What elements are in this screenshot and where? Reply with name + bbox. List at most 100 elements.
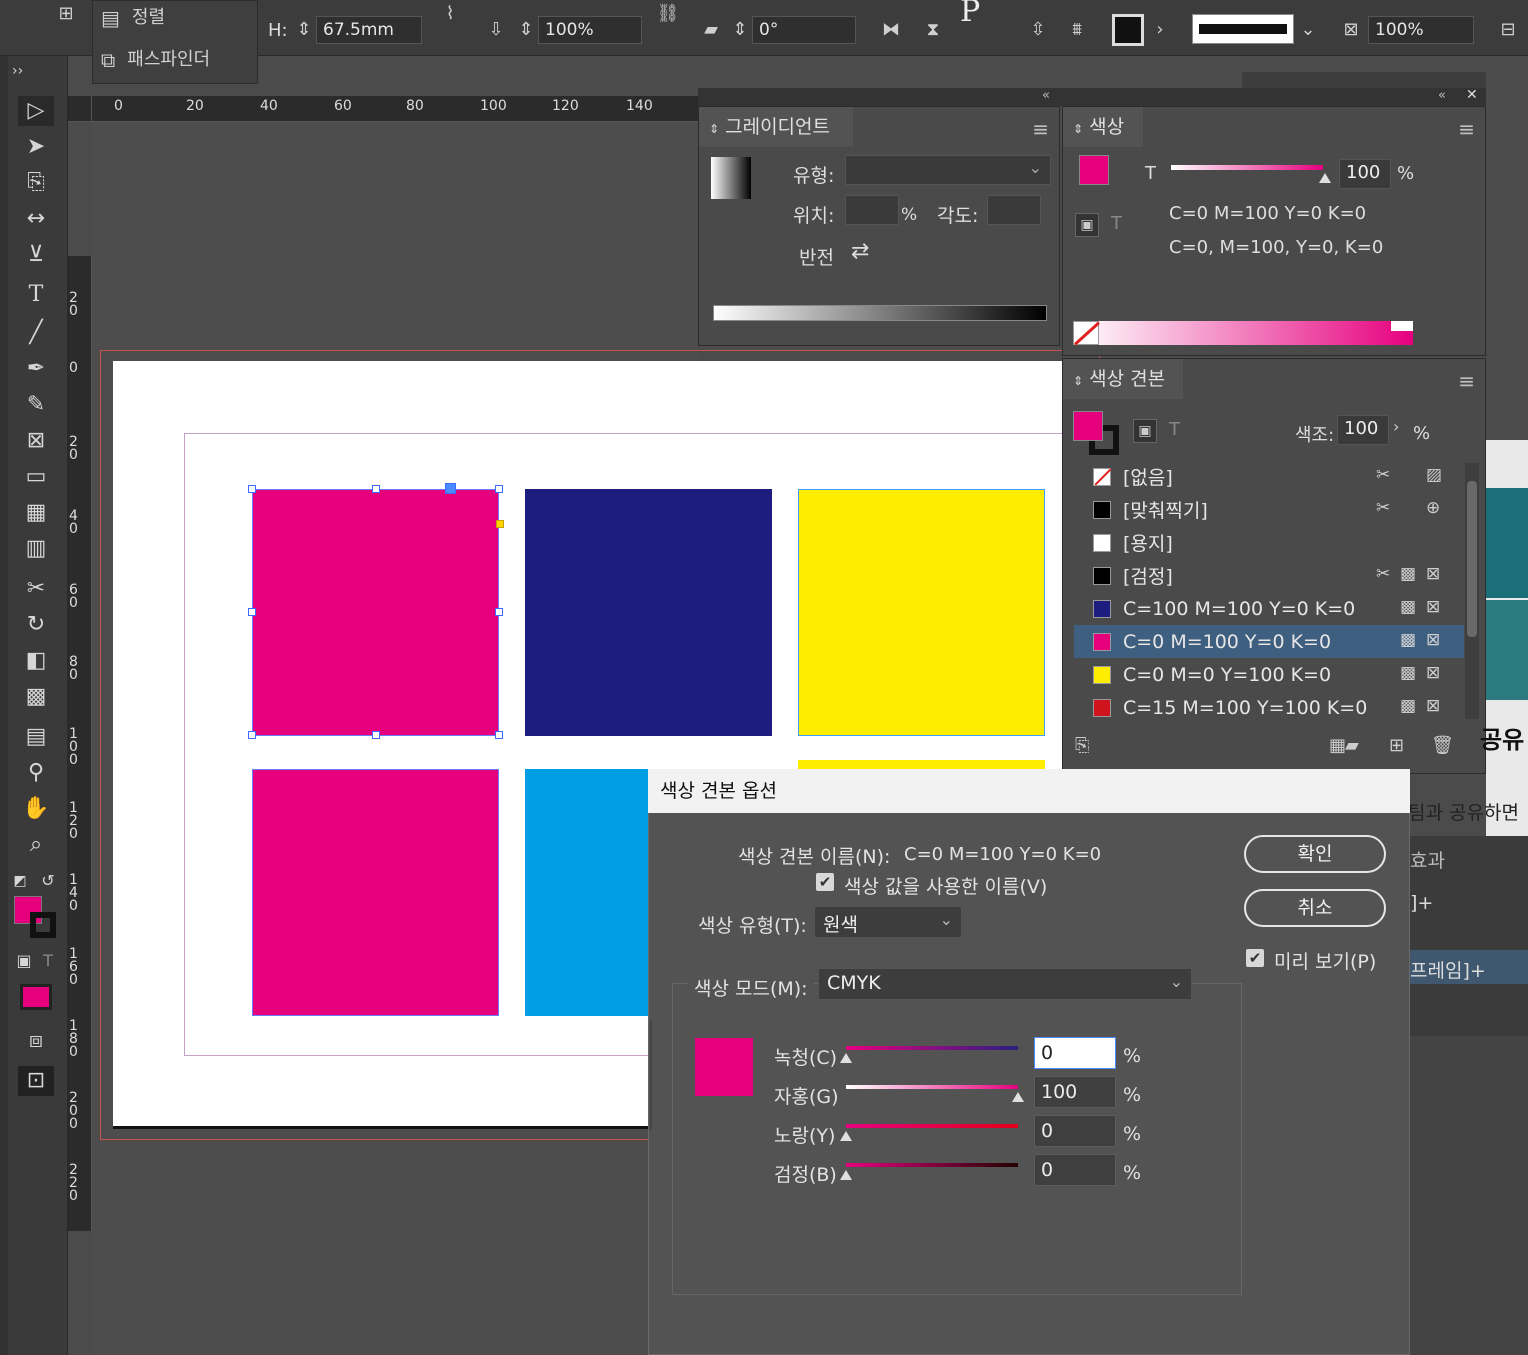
tint-field[interactable]: 100 <box>1339 159 1391 189</box>
rectangle-frame-tool-icon[interactable]: ⊠ <box>18 426 54 456</box>
scale-stepper-icon[interactable]: ⇕ <box>516 16 536 44</box>
select-container-icon[interactable]: ⇳ <box>1024 16 1052 44</box>
color-type-select[interactable]: 원색 ⌄ <box>814 906 962 938</box>
select-content-icon[interactable]: ⩩ <box>1062 16 1092 44</box>
apply-color-button[interactable] <box>20 984 52 1010</box>
cancel-button[interactable]: 취소 <box>1244 889 1386 927</box>
selection-handle[interactable] <box>495 485 503 493</box>
table-tool-icon[interactable]: ▦ <box>18 498 54 528</box>
tint-field[interactable]: 100 <box>1337 415 1389 445</box>
channel-value-field[interactable]: 0 <box>1034 1115 1116 1147</box>
chevron-down-icon[interactable]: ⌄ <box>1296 16 1320 44</box>
shear-stepper-icon[interactable]: ⇕ <box>730 16 750 44</box>
channel-value-field[interactable]: 0 <box>1034 1154 1116 1186</box>
gradient-type-select[interactable]: ⌄ <box>845 155 1051 185</box>
swatch-row[interactable]: [맞춰찍기] ✂ ⊕ <box>1074 493 1464 526</box>
swatch-row[interactable]: C=0 M=0 Y=100 K=0 ▩ ⊠ <box>1074 658 1464 691</box>
swatch-row[interactable]: C=0 M=100 Y=0 K=0 ▩ ⊠ <box>1074 625 1464 658</box>
selection-handle[interactable] <box>248 731 256 739</box>
swatch-row[interactable]: [용지] <box>1074 526 1464 559</box>
channel-slider[interactable] <box>846 1085 1018 1089</box>
formatting-text-icon[interactable]: T <box>38 946 58 976</box>
tint-menu-icon[interactable]: › <box>1393 417 1399 436</box>
view-mode-icon[interactable]: ⧈ <box>18 1026 54 1056</box>
ok-button[interactable]: 확인 <box>1244 835 1386 873</box>
channel-slider[interactable] <box>846 1163 1018 1167</box>
selection-handle[interactable] <box>372 731 380 739</box>
flip-horizontal-icon[interactable]: ⧓ <box>876 16 906 44</box>
stroke-swatch[interactable] <box>1112 14 1144 46</box>
fill-color-swatch[interactable] <box>1079 155 1109 185</box>
yellow-square[interactable] <box>798 489 1045 736</box>
folder-icon[interactable]: ▰ <box>1345 735 1359 756</box>
gradient-feather-tool-icon[interactable]: ▩ <box>18 682 54 712</box>
line-tool-icon[interactable]: ╱ <box>18 318 54 348</box>
height-stepper-icon[interactable]: ⇕ <box>294 16 314 44</box>
zoom-tool-icon[interactable]: ⌕ <box>18 830 54 860</box>
channel-slider-thumb[interactable] <box>840 1170 852 1180</box>
text-mode-icon[interactable]: T <box>1169 419 1180 440</box>
link-icon[interactable]: ⛓ <box>656 0 680 28</box>
tab-swatches[interactable]: ⇕ 색상 견본 <box>1063 359 1183 399</box>
stroke-swatch-tool[interactable] <box>30 912 56 938</box>
channel-slider-thumb[interactable] <box>840 1131 852 1141</box>
eyedropper-tool-icon[interactable]: ⚲ <box>18 758 54 788</box>
scale-y-field[interactable]: 100% <box>538 16 642 44</box>
use-value-name-checkbox[interactable]: ✔ <box>816 873 834 891</box>
new-swatch-icon[interactable]: ⊞ <box>1389 735 1404 756</box>
container-mode-icon[interactable]: ▣ <box>1133 419 1157 443</box>
gradient-ramp[interactable] <box>713 305 1047 321</box>
shear-field[interactable]: 0° <box>752 16 856 44</box>
swap-colors-icon[interactable]: ↺ <box>38 866 58 896</box>
channel-slider-thumb[interactable] <box>1012 1092 1024 1102</box>
opacity-field[interactable]: 100% <box>1368 16 1474 44</box>
selection-handle[interactable] <box>248 608 256 616</box>
collapse-toolbox-icon[interactable]: ›› <box>12 56 48 86</box>
type-tool-icon[interactable]: T <box>18 280 54 310</box>
text-path-icon[interactable]: P <box>960 0 980 29</box>
panel-menu-icon[interactable]: ≡ <box>1458 117 1475 141</box>
channel-slider[interactable] <box>846 1046 1018 1050</box>
channel-value-field[interactable]: 100 <box>1034 1076 1116 1108</box>
page-tool-icon[interactable]: ⎘ <box>18 168 54 198</box>
none-color-icon[interactable] <box>1073 321 1100 346</box>
color-mode-select[interactable]: CMYK ⌄ <box>818 968 1192 1000</box>
selection-handle[interactable] <box>495 731 503 739</box>
preview-checkbox[interactable]: ✔ <box>1246 949 1264 967</box>
ruler-origin[interactable] <box>68 96 92 122</box>
color-ramp[interactable] <box>1073 321 1413 346</box>
selection-handle[interactable] <box>372 485 380 493</box>
swatch-list-scrollbar[interactable] <box>1465 463 1479 719</box>
channel-slider-thumb[interactable] <box>840 1053 852 1063</box>
gradient-swatch-tool-icon[interactable]: ◧ <box>18 646 54 676</box>
pencil-tool-icon[interactable]: ✎ <box>18 390 54 420</box>
gap-tool-icon[interactable]: ↔ <box>18 204 54 234</box>
rectangle-tool-icon[interactable]: ▭ <box>18 462 54 492</box>
swatch-row[interactable]: C=15 M=100 Y=100 K=0 ▩ ⊠ <box>1074 691 1464 724</box>
stroke-menu-icon[interactable]: › <box>1148 16 1172 44</box>
stroke-style-field[interactable] <box>1192 14 1294 44</box>
tab-gradient[interactable]: ⇕ 그레이디언트 <box>699 107 853 147</box>
formatting-container-icon[interactable]: ▣ <box>14 946 34 976</box>
corner-options-handle[interactable] <box>496 520 504 528</box>
fill-color-swatch[interactable] <box>1073 411 1103 441</box>
swatch-row[interactable]: [없음] ✂ ▨ <box>1074 460 1464 493</box>
flip-vertical-icon[interactable]: ⧗ <box>918 16 948 44</box>
default-colors-icon[interactable]: ◩ <box>10 866 30 896</box>
position-field[interactable] <box>845 195 899 225</box>
screen-mode-icon[interactable]: ⊡ <box>18 1066 54 1096</box>
hand-tool-icon[interactable]: ✋ <box>18 794 54 824</box>
container-mode-icon[interactable]: ▣ <box>1075 213 1099 237</box>
panel-menu-icon[interactable]: ≡ <box>1032 117 1049 141</box>
collapse-icon[interactable]: « <box>1438 88 1446 103</box>
note-tool-icon[interactable]: ▤ <box>18 722 54 752</box>
tint-slider-thumb[interactable] <box>1319 173 1331 183</box>
white-color-chip[interactable] <box>1391 321 1413 331</box>
channel-slider[interactable] <box>846 1124 1018 1128</box>
height-field[interactable]: 67.5mm <box>316 16 422 44</box>
text-mode-icon[interactable]: T <box>1145 163 1156 184</box>
selection-handle[interactable] <box>495 608 503 616</box>
swatch-row[interactable]: [검정] ✂ ▩ ⊠ <box>1074 559 1464 592</box>
new-color-group-icon[interactable]: ▦ <box>1329 735 1346 756</box>
swatch-row[interactable]: C=100 M=100 Y=0 K=0 ▩ ⊠ <box>1074 592 1464 625</box>
